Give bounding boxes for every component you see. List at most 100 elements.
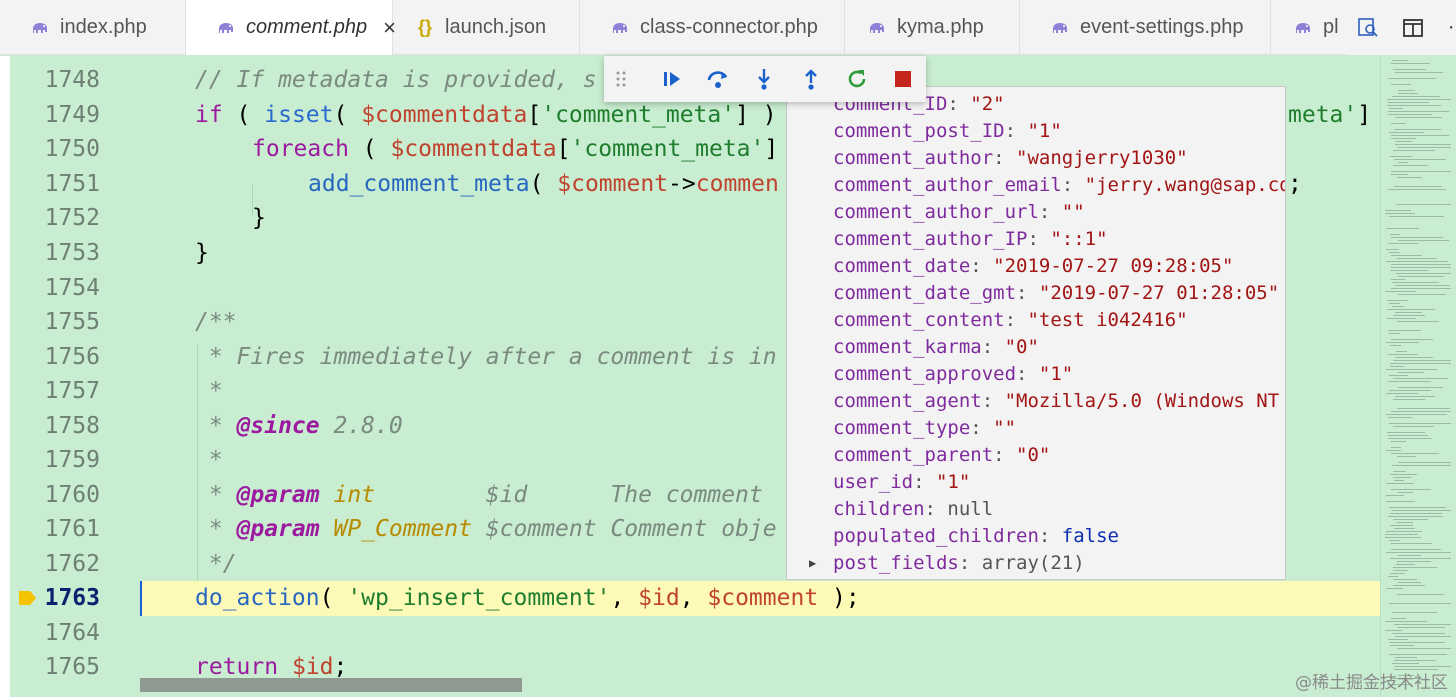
expand-chevron-icon[interactable]: ▶ — [809, 550, 816, 577]
minimap-line — [1391, 279, 1405, 280]
minimap-line — [1398, 462, 1451, 463]
minimap-line — [1392, 612, 1437, 613]
minimap-line — [1392, 663, 1419, 664]
minimap-line — [1392, 306, 1404, 307]
hover-row[interactable]: comment_content: "test i042416" — [833, 307, 1188, 334]
minimap-line — [1387, 99, 1451, 100]
minimap-line — [1395, 666, 1451, 667]
minimap-line — [1390, 234, 1400, 235]
minimap-line — [1392, 96, 1440, 97]
minimap-line — [1397, 456, 1416, 457]
hover-row[interactable]: comment_parent: "0" — [833, 442, 1050, 469]
restart-icon[interactable] — [834, 56, 880, 102]
code-line-1761: * @param WP_Comment $comment Comment obj… — [195, 516, 777, 542]
more-actions-icon[interactable]: · — [1446, 16, 1456, 40]
minimap[interactable] — [1380, 56, 1456, 697]
hover-row[interactable]: user_id: "1" — [833, 469, 970, 496]
minimap-line — [1389, 507, 1446, 508]
minimap-line — [1386, 501, 1415, 502]
minimap-line — [1393, 519, 1428, 520]
tab-index-php[interactable]: index.php — [0, 0, 186, 55]
hover-row[interactable]: comment_author_email: "jerry.wang@sap.co — [833, 172, 1285, 199]
code-line-1749-tail: meta'] — [1288, 102, 1372, 128]
line-number: 1748 — [44, 67, 100, 93]
line-number-current: 1763 — [44, 585, 100, 611]
minimap-line — [1389, 333, 1400, 334]
minimap-line — [1393, 570, 1408, 571]
hover-row[interactable]: comment_date: "2019-07-27 09:28:05" — [833, 253, 1233, 280]
code-line-1750: foreach ( $commentdata['comment_meta'] — [252, 136, 779, 162]
hover-row[interactable]: comment_date_gmt: "2019-07-27 01:28:05" — [833, 280, 1279, 307]
minimap-line — [1398, 162, 1408, 163]
tab-event-settings-php[interactable]: event-settings.php — [1020, 0, 1271, 55]
minimap-line — [1398, 582, 1421, 583]
minimap-line — [1395, 636, 1451, 637]
tab-class-connector-php[interactable]: class-connector.php — [580, 0, 845, 55]
minimap-line — [1388, 102, 1429, 103]
hover-row[interactable]: comment_approved: "1" — [833, 361, 1073, 388]
minimap-line — [1386, 483, 1414, 484]
grip-icon[interactable] — [616, 56, 649, 102]
line-number: 1762 — [44, 551, 100, 577]
hover-row-expandable[interactable]: post_fields: array(21) — [833, 550, 1085, 577]
line-number: 1759 — [44, 447, 100, 473]
minimap-line — [1386, 552, 1451, 553]
code-line-1748: // If metadata is provided, s — [195, 67, 597, 93]
open-changes-icon[interactable] — [1356, 16, 1379, 40]
minimap-line — [1397, 258, 1437, 259]
minimap-line — [1391, 123, 1406, 124]
minimap-line — [1388, 243, 1418, 244]
step-into-icon[interactable] — [741, 56, 787, 102]
minimap-line — [1388, 330, 1421, 331]
hover-row[interactable]: comment_agent: "Mozilla/5.0 (Windows NT … — [833, 388, 1285, 415]
minimap-line — [1395, 117, 1442, 118]
hover-row[interactable]: comment_author_IP: "::1" — [833, 226, 1108, 253]
minimap-line — [1397, 627, 1445, 628]
minimap-line — [1398, 372, 1424, 373]
minimap-line — [1391, 618, 1406, 619]
editor-actions: · — [1346, 0, 1456, 55]
minimap-line — [1390, 156, 1412, 157]
step-out-icon[interactable] — [787, 56, 833, 102]
step-over-icon[interactable] — [695, 56, 741, 102]
tab-pl[interactable]: pl — [1271, 0, 1346, 55]
hover-row[interactable]: comment_author_url: "" — [833, 199, 1085, 226]
minimap-line — [1393, 69, 1426, 70]
minimap-line — [1392, 282, 1439, 283]
minimap-line — [1395, 144, 1451, 145]
tab-label: launch.json — [445, 16, 547, 38]
minimap-line — [1398, 555, 1421, 556]
minimap-line — [1389, 375, 1408, 376]
hover-row[interactable]: comment_author: "wangjerry1030" — [833, 145, 1188, 172]
hover-row[interactable]: comment_karma: "0" — [833, 334, 1039, 361]
minimap-line — [1396, 204, 1451, 205]
tab-comment-php[interactable]: comment.php × — [186, 0, 396, 55]
line-number: 1753 — [44, 240, 100, 266]
code-line-1758: * @since 2.8.0 — [195, 413, 403, 439]
hover-row[interactable]: children: null — [833, 496, 993, 523]
minimap-line — [1393, 477, 1411, 478]
horizontal-scrollbar[interactable] — [140, 678, 522, 692]
tab-launch-json[interactable]: {} launch.json — [393, 0, 580, 55]
continue-icon[interactable] — [649, 56, 695, 102]
split-editor-icon[interactable] — [1401, 16, 1424, 40]
code-line-1749: if ( isset( $commentdata['comment_meta']… — [195, 102, 777, 128]
code-line-1757: * — [195, 378, 223, 404]
php-elephant-icon — [867, 19, 887, 37]
minimap-line — [1391, 174, 1408, 175]
minimap-line — [1387, 318, 1416, 319]
code-line-1753: } — [195, 240, 209, 266]
hover-row[interactable]: comment_post_ID: "1" — [833, 118, 1062, 145]
tab-kyma-php[interactable]: kyma.php — [845, 0, 1020, 55]
stop-icon[interactable] — [880, 56, 926, 102]
hover-row[interactable]: comment_type: "" — [833, 415, 1016, 442]
minimap-line — [1393, 567, 1437, 568]
hover-row[interactable]: populated_children: false — [833, 523, 1119, 550]
minimap-line — [1398, 240, 1449, 241]
minimap-line — [1386, 393, 1418, 394]
minimap-line — [1397, 147, 1451, 148]
minimap-line — [1397, 561, 1431, 562]
line-number: 1757 — [44, 378, 100, 404]
minimap-line — [1389, 390, 1431, 391]
php-elephant-icon — [610, 19, 630, 37]
